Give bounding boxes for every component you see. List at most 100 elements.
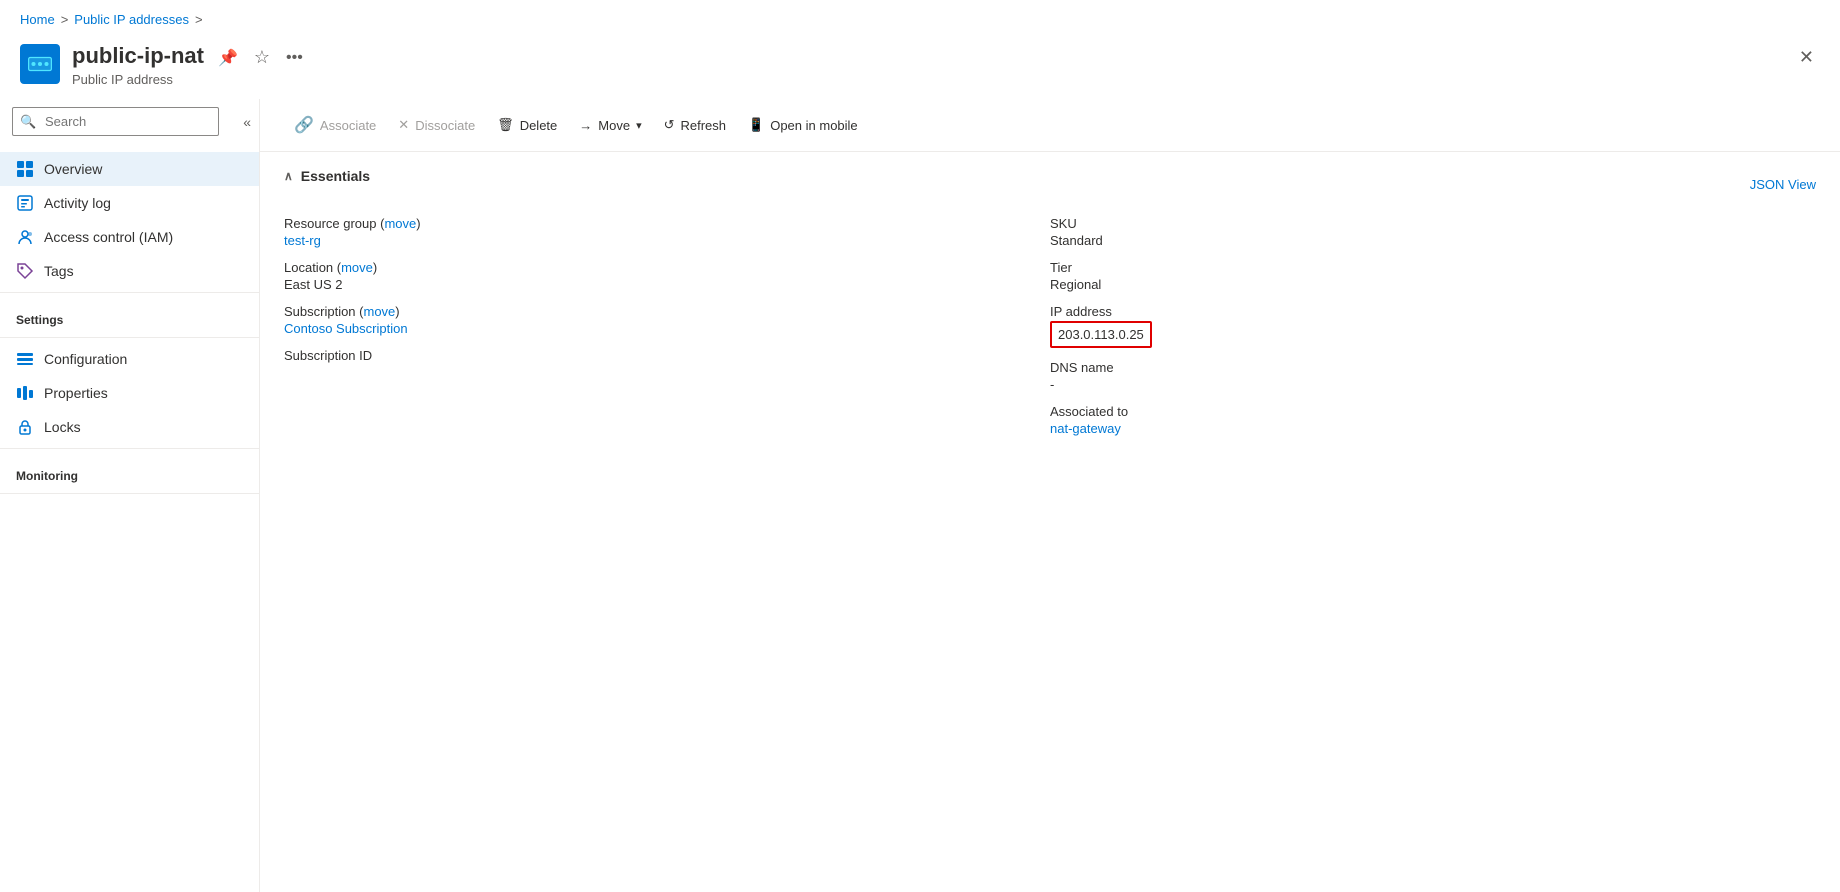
more-options-button[interactable]: ••• [282,47,307,69]
subscription-field: Subscription (move) Contoso Subscription [284,304,1050,336]
delete-label: Delete [520,118,558,133]
toolbar: 🔗 Associate ✕ Dissociate 🗑 Delete → Move… [260,99,1840,152]
monitoring-section-title: Monitoring [0,453,259,489]
sidebar-item-iam[interactable]: Access control (IAM) [0,220,259,254]
sidebar-item-iam-label: Access control (IAM) [44,229,173,245]
breadcrumb: Home > Public IP addresses > [0,0,1840,33]
subscription-value[interactable]: Contoso Subscription [284,321,1050,336]
resource-group-move-link[interactable]: move [384,216,416,231]
essentials-chevron-icon: ∧ [284,169,293,183]
refresh-label: Refresh [681,118,727,133]
favorite-button[interactable]: ☆ [250,45,274,70]
essentials-grid: Resource group (move) test-rg Location (… [284,216,1816,436]
subscription-label: Subscription (move) [284,304,1050,319]
configuration-icon [16,350,34,368]
subscription-move-link[interactable]: move [363,304,395,319]
sidebar-item-locks[interactable]: Locks [0,410,259,444]
essentials-col-left: Resource group (move) test-rg Location (… [284,216,1050,436]
location-move-link[interactable]: move [341,260,373,275]
pin-button[interactable]: 📌 [214,46,242,70]
resource-type: Public IP address [72,72,307,87]
location-value: East US 2 [284,277,1050,292]
sidebar-nav: Overview Activity log [0,152,259,288]
header-icons: 📌 ☆ ••• [214,45,307,70]
dns-name-value: - [1050,377,1816,392]
move-icon: → [579,118,592,133]
tier-field: Tier Regional [1050,260,1816,292]
dissociate-icon: ✕ [398,117,409,133]
subscription-id-label: Subscription ID [284,348,1050,363]
refresh-icon: ↺ [664,117,675,133]
resource-title-group: public-ip-nat 📌 ☆ ••• Public IP address [72,41,307,87]
essentials-title: Essentials [301,168,370,184]
sidebar-item-configuration-label: Configuration [44,351,127,367]
sidebar: 🔍 « Overview [0,99,260,892]
sidebar-item-activity-log[interactable]: Activity log [0,186,259,220]
tier-label: Tier [1050,260,1816,275]
sidebar-divider-settings [0,292,259,293]
json-view-link[interactable]: JSON View [1750,177,1816,192]
mobile-icon: 📱 [748,117,764,133]
refresh-button[interactable]: ↺ Refresh [654,111,736,139]
sidebar-divider-monitoring2 [0,493,259,494]
delete-button[interactable]: 🗑 Delete [487,111,567,139]
open-mobile-label: Open in mobile [770,118,857,133]
sidebar-item-properties[interactable]: Properties [0,376,259,410]
search-input[interactable] [12,107,219,136]
open-mobile-button[interactable]: 📱 Open in mobile [738,111,868,139]
sidebar-item-overview[interactable]: Overview [0,152,259,186]
ip-address-field: IP address 203.0.113.0.25 [1050,304,1816,348]
collapse-sidebar-button[interactable]: « [235,110,259,134]
essentials-header[interactable]: ∧ Essentials [284,168,370,184]
properties-icon [16,384,34,402]
sidebar-item-locks-label: Locks [44,419,81,435]
sidebar-divider-settings2 [0,337,259,338]
resource-group-field: Resource group (move) test-rg [284,216,1050,248]
resource-group-value[interactable]: test-rg [284,233,1050,248]
subscription-id-field: Subscription ID [284,348,1050,365]
associated-to-value[interactable]: nat-gateway [1050,421,1816,436]
overview-icon [16,160,34,178]
location-label: Location (move) [284,260,1050,275]
sidebar-item-configuration[interactable]: Configuration [0,342,259,376]
sidebar-search: 🔍 [12,107,219,136]
associate-label: Associate [320,118,376,133]
move-chevron-icon: ▾ [636,119,642,132]
delete-icon: 🗑 [497,117,514,133]
essentials-section: ∧ Essentials JSON View Resource group (m… [260,152,1840,452]
breadcrumb-sep2: > [195,12,203,27]
associate-button[interactable]: 🔗 Associate [284,109,386,141]
content-area: 🔗 Associate ✕ Dissociate 🗑 Delete → Move… [260,99,1840,892]
sidebar-item-tags[interactable]: Tags [0,254,259,288]
sidebar-item-tags-label: Tags [44,263,74,279]
move-label: Move [598,118,630,133]
resource-header-left: public-ip-nat 📌 ☆ ••• Public IP address [20,41,307,87]
tags-icon [16,262,34,280]
breadcrumb-sep1: > [61,12,69,27]
move-button[interactable]: → Move ▾ [569,112,651,139]
resource-group-label: Resource group (move) [284,216,1050,231]
ip-address-value: 203.0.113.0.25 [1050,321,1816,348]
dissociate-label: Dissociate [415,118,475,133]
dns-name-field: DNS name - [1050,360,1816,392]
associated-to-label: Associated to [1050,404,1816,419]
breadcrumb-home[interactable]: Home [20,12,55,27]
sku-label: SKU [1050,216,1816,231]
dissociate-button[interactable]: ✕ Dissociate [388,111,485,139]
sidebar-item-overview-label: Overview [44,161,102,177]
breadcrumb-public-ip[interactable]: Public IP addresses [74,12,189,27]
settings-section-title: Settings [0,297,259,333]
resource-name: public-ip-nat 📌 ☆ ••• [72,41,307,70]
sku-field: SKU Standard [1050,216,1816,248]
activity-log-icon [16,194,34,212]
sku-value: Standard [1050,233,1816,248]
locks-icon [16,418,34,436]
sidebar-item-properties-label: Properties [44,385,108,401]
ip-address-label: IP address [1050,304,1816,319]
associate-icon: 🔗 [294,115,314,135]
main-layout: 🔍 « Overview [0,99,1840,892]
search-icon: 🔍 [20,114,36,130]
iam-icon [16,228,34,246]
close-button[interactable]: ✕ [1793,45,1820,70]
resource-header: public-ip-nat 📌 ☆ ••• Public IP address … [0,33,1840,99]
